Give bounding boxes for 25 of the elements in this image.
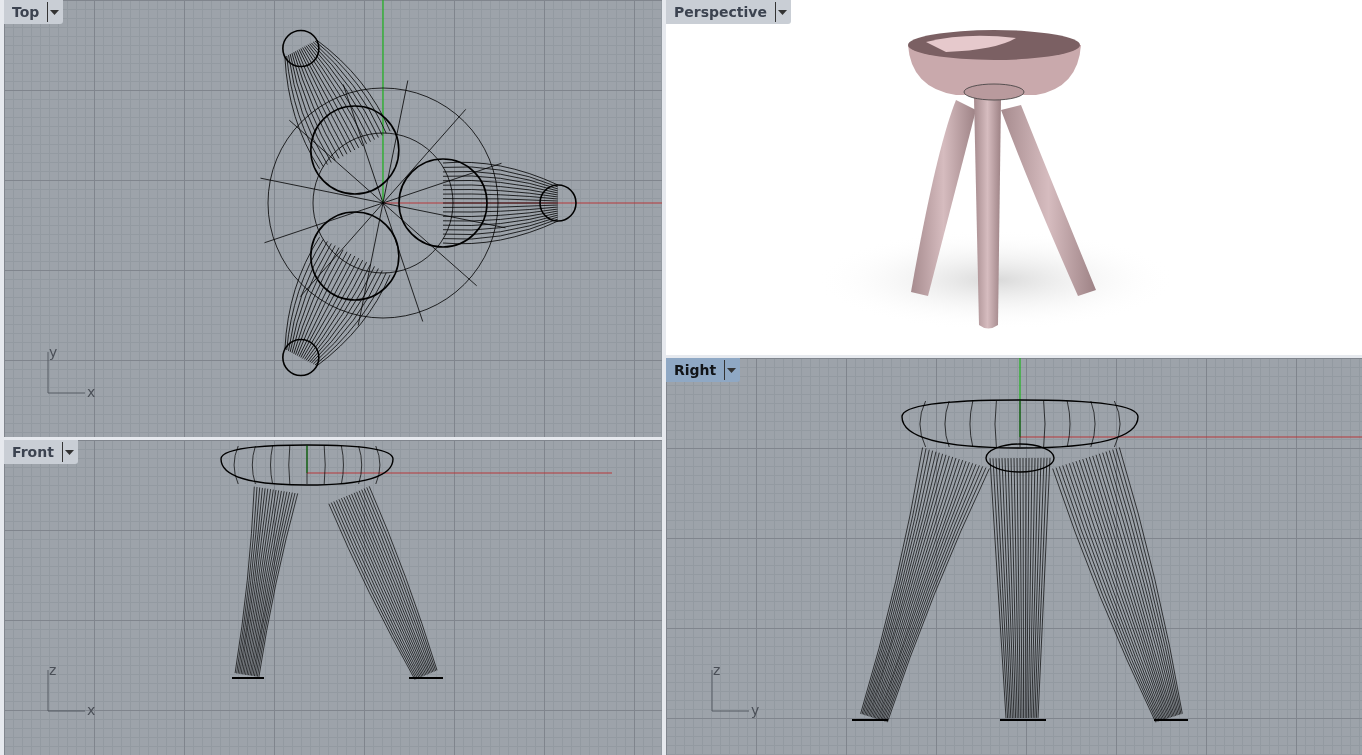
viewport-tab[interactable]: Right bbox=[666, 358, 741, 382]
axis-label: z bbox=[49, 663, 57, 677]
viewport-title[interactable]: Perspective bbox=[666, 4, 775, 20]
viewport-panel[interactable]: Front z x bbox=[4, 440, 662, 755]
axis-label: y bbox=[751, 703, 760, 717]
viewport-tab[interactable]: Front bbox=[4, 440, 78, 464]
caret-icon bbox=[727, 367, 737, 373]
viewport-tab[interactable]: Top bbox=[4, 0, 64, 24]
viewport-panel[interactable]: Perspective bbox=[666, 0, 1362, 355]
axis-gizmo-icon bbox=[711, 669, 750, 712]
caret-icon bbox=[64, 449, 74, 455]
viewport-panel[interactable]: Right z y bbox=[666, 358, 1362, 755]
viewport-tab[interactable]: Perspective bbox=[666, 0, 791, 24]
axis-label: x bbox=[87, 703, 96, 717]
caret-icon bbox=[50, 9, 60, 15]
viewport-title[interactable]: Top bbox=[4, 4, 48, 20]
viewport-title[interactable]: Front bbox=[4, 444, 62, 460]
axis-label: x bbox=[87, 385, 96, 399]
caret-icon bbox=[777, 9, 787, 15]
axis-label: z bbox=[713, 663, 721, 677]
viewport-panel[interactable]: Top y x bbox=[4, 0, 662, 437]
axis-label: y bbox=[49, 345, 58, 359]
axis-gizmo-icon bbox=[47, 669, 86, 712]
viewport-title[interactable]: Right bbox=[666, 362, 725, 378]
axis-gizmo-icon bbox=[47, 351, 86, 394]
